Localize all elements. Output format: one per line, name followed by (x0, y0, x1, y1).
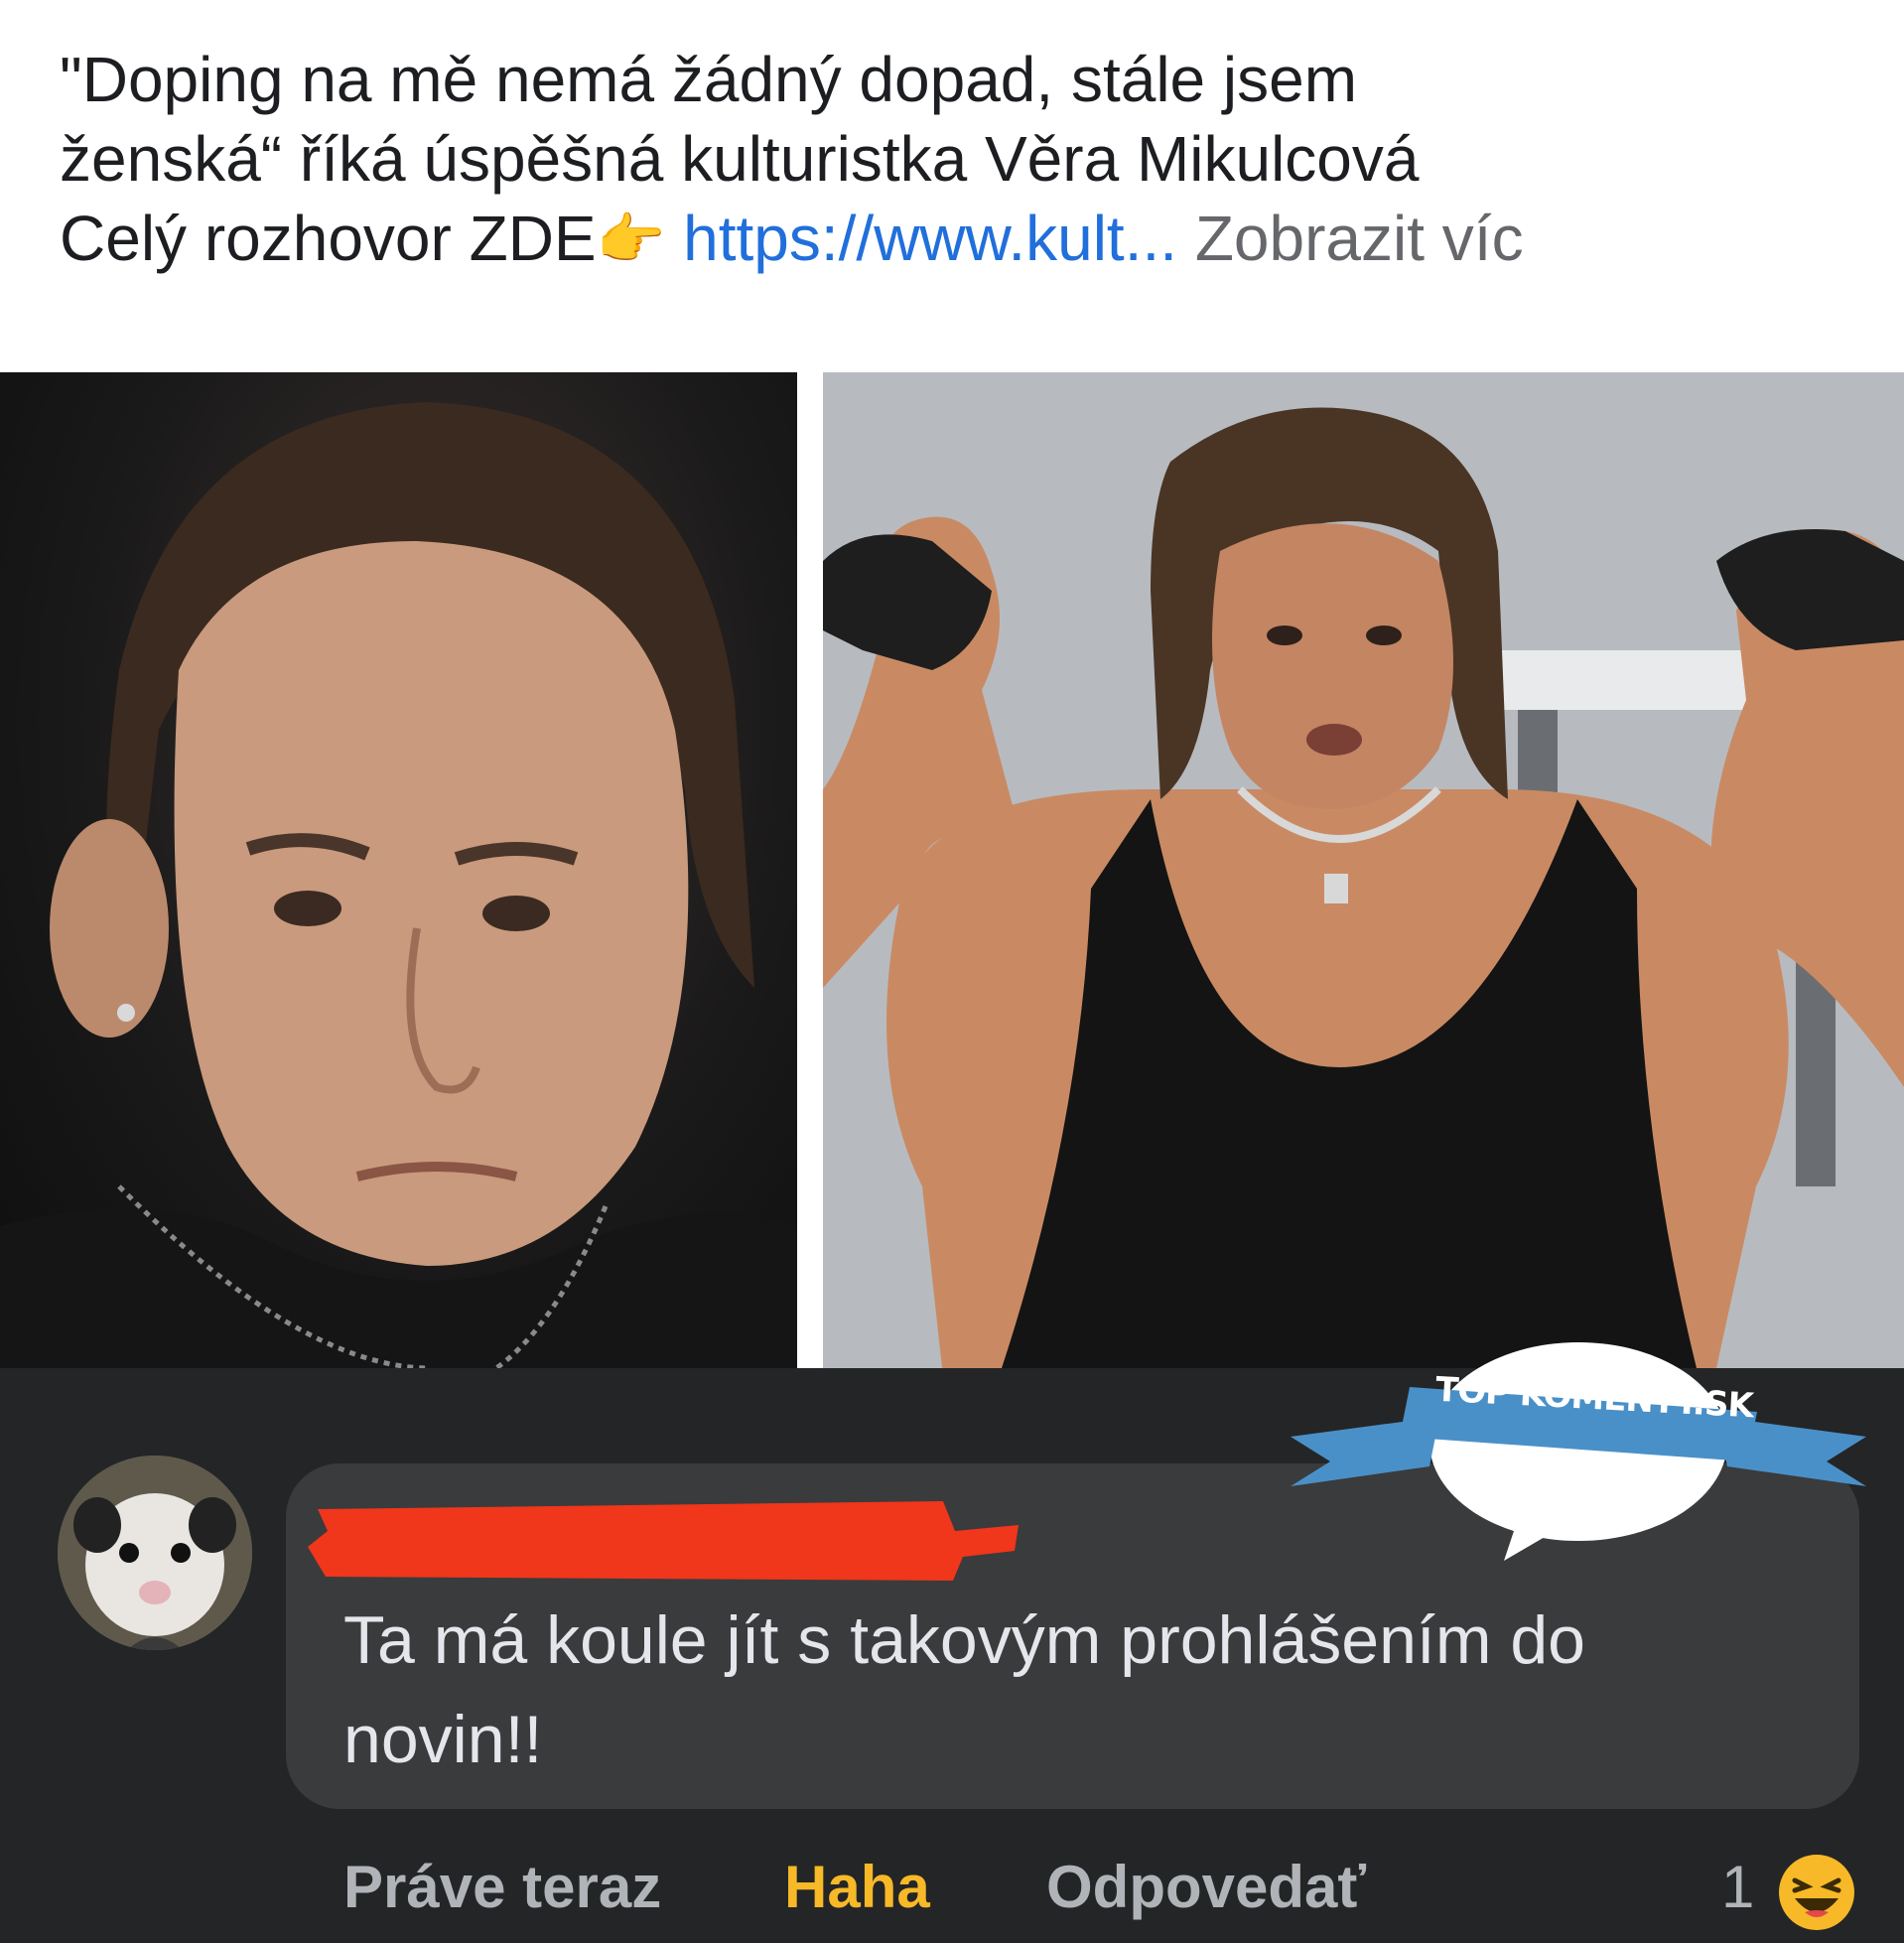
bodybuilder-illustration (823, 372, 1904, 1368)
portrait-illustration (0, 402, 797, 1368)
laughing-emoji-icon[interactable] (1777, 1853, 1856, 1932)
post-link[interactable]: https://www.kult... (683, 203, 1177, 274)
topkomenty-watermark-icon (1291, 1342, 1866, 1561)
comment-text: Ta má koule jít s takovým prohlášením do… (343, 1591, 1833, 1789)
photo-portrait-icon[interactable] (0, 372, 797, 1368)
photo-bodybuilder-icon[interactable] (823, 372, 1904, 1368)
reaction-count[interactable]: 1 (1721, 1843, 1754, 1932)
see-more-link[interactable]: Zobrazit víc (1195, 203, 1524, 274)
post-line-1: "Doping na mě nemá žádný dopad, stále js… (60, 44, 1358, 115)
post-line-3-prefix: Celý rozhovor ZDE (60, 203, 597, 274)
comment-actions: Práve teraz Haha Odpovedať 1 (0, 1843, 1904, 1932)
comment-text-line-2: novin!! (343, 1702, 543, 1777)
opossum-avatar-icon[interactable] (58, 1456, 252, 1650)
comment-text-line-1: Ta má koule jít s takovým prohlášením do (343, 1602, 1585, 1678)
pointing-hand-icon: 👉 (596, 208, 666, 270)
reply-button[interactable]: Odpovedať (1046, 1843, 1366, 1932)
redacted-author-name (308, 1501, 1019, 1581)
comment-timestamp: Práve teraz (343, 1854, 662, 1920)
post-line-2: ženská“ říká úspěšná kulturistka Věra Mi… (60, 123, 1420, 195)
haha-reaction-button[interactable]: Haha (784, 1843, 930, 1932)
post-images[interactable] (0, 372, 1904, 1368)
avatar-illustration (58, 1456, 252, 1650)
post-line-3: Celý rozhovor ZDE👉 https://www.kult... Z… (60, 199, 1866, 279)
post-text: "Doping na mě nemá žádný dopad, stále js… (60, 40, 1866, 279)
